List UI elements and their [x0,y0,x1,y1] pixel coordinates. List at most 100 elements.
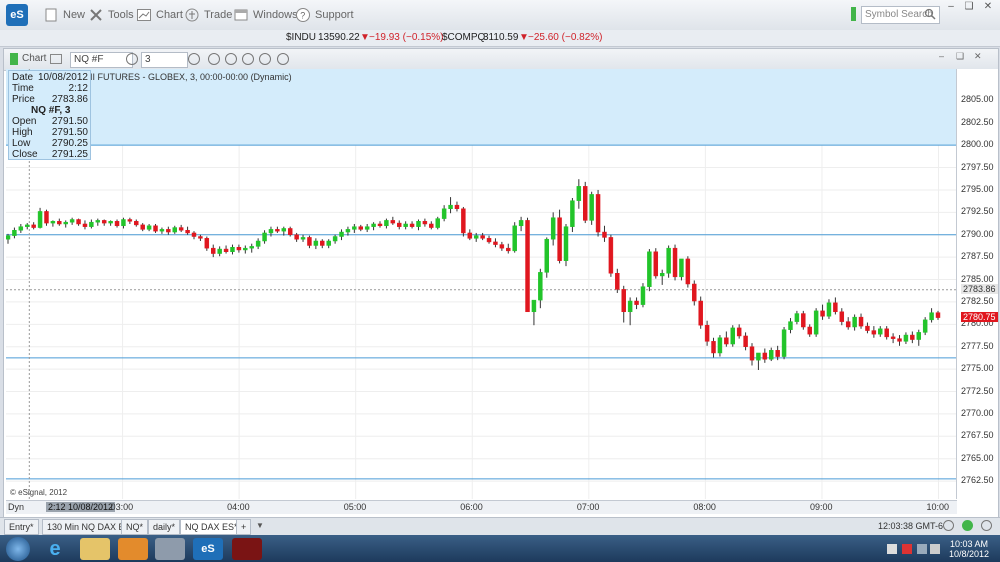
ticker-symbol[interactable]: $INDU [286,32,316,43]
data-row-low: Low 2790.25 [12,138,88,149]
candle [929,312,934,321]
chart-restore-icon[interactable]: ❑ [956,51,964,62]
close-icon[interactable]: ✕ [981,2,995,12]
internet-explorer-icon[interactable]: e [40,538,70,560]
restore-icon[interactable]: ❑ [962,2,976,12]
tray-flag-icon[interactable] [902,544,912,554]
zoom-tool-icon[interactable] [242,53,254,65]
support-label: Support [315,9,354,21]
windows-button[interactable]: Windows [233,6,298,24]
time-tick-label: 09:00 [809,502,833,512]
instrument-description: II FUTURES - GLOBEX, 3, 00:00-00:00 (Dyn… [90,72,292,82]
tab-nq-dax-es[interactable]: NQ DAX ES* [180,519,243,535]
candle [820,310,825,317]
power-icon[interactable] [981,520,992,531]
candle [332,236,338,242]
price-tick-label: 2762.50 [961,475,994,486]
candle [153,225,158,232]
time-tick-label: 06:00 [460,502,483,512]
tools-button[interactable]: Tools [88,6,134,24]
candle [230,247,235,252]
candle [794,313,800,322]
candle [377,223,383,227]
candle [114,221,120,227]
cursor-tool-icon[interactable] [225,53,237,65]
candle [627,300,633,313]
network-icon[interactable] [917,544,927,554]
time-axis[interactable]: Dyn 2:12 10/08/2012 03:00 04:00 05:00 06:00… [6,500,957,514]
tools-label: Tools [108,9,134,21]
price-tick-label: 2770.00 [961,407,994,418]
minimize-icon[interactable]: – [944,2,958,12]
price-tick-label: 2792.50 [961,206,994,217]
tabs-dropdown-icon[interactable]: ▼ [256,521,264,530]
candle [749,346,755,361]
ticker-symbol[interactable]: $COMPQ [442,32,485,43]
time-template-icon[interactable] [188,53,200,65]
file-explorer-icon[interactable] [80,538,110,560]
connection-icon[interactable] [943,520,954,531]
chart-toolbar: Chart NQ #F 3 – ❑ ✕ [4,49,998,71]
price-chart-plot[interactable] [6,69,956,499]
candle [441,208,447,219]
candle [25,224,30,227]
candle [698,300,703,326]
tab-daily[interactable]: daily* [148,519,181,535]
candle [544,238,549,273]
data-key: Open [12,116,37,127]
search-icon[interactable] [924,8,936,20]
add-tab-button[interactable]: + [236,519,252,535]
data-value: 2791.50 [51,127,88,138]
price-tick-label: 2765.00 [961,452,994,463]
remote-desktop-icon[interactable] [155,538,185,560]
link-color-indicator[interactable] [10,53,18,65]
system-clock[interactable]: 10:03 AM 10/8/2012 [944,539,994,559]
draw-pencil-icon[interactable] [208,53,220,65]
price-tick-label: 2777.50 [961,340,994,351]
candle [140,224,145,230]
new-icon [45,8,57,22]
app-taskbar-icon[interactable] [232,538,262,560]
candle [826,302,832,317]
candle [204,238,210,249]
symbol-field[interactable]: NQ #F [70,52,133,68]
volume-icon[interactable] [930,544,940,554]
chart-button[interactable]: Chart [136,6,183,24]
tab-nq[interactable]: NQ* [121,519,149,535]
chart-close-icon[interactable]: ✕ [974,51,982,62]
dyn-label[interactable]: Dyn [8,502,24,512]
candle [788,321,793,330]
trade-button[interactable]: Trade [184,6,232,24]
esignal-taskbar-icon[interactable]: eS [193,538,223,560]
candle [12,230,17,236]
study-tool-icon[interactable] [259,53,271,65]
tray-icon[interactable] [887,544,897,554]
candle [762,352,768,360]
tab-entry[interactable]: Entry* [4,519,39,535]
candle [916,332,921,340]
media-player-icon[interactable] [118,538,148,560]
candle [217,248,222,254]
candle [724,337,729,345]
start-button[interactable] [6,537,30,561]
symbol-lookup-icon[interactable] [126,53,138,65]
link-tool-icon[interactable] [277,53,289,65]
support-button[interactable]: ? Support [295,6,354,24]
chart-minimize-icon[interactable]: – [939,51,944,61]
chart-settings-icon[interactable] [50,54,62,64]
candle [852,316,857,328]
new-button[interactable]: New [43,6,85,24]
esignal-logo[interactable]: eS [6,4,28,26]
data-key: Close [12,149,38,160]
interval-field[interactable]: 3 [141,52,188,68]
price-axis[interactable]: 2805.00 2802.50 2800.00 2797.50 2795.00 2792.… [956,69,998,499]
status-green-icon[interactable] [962,520,973,531]
candle [589,194,594,221]
data-value: 2:12 [68,83,88,94]
candle [416,221,421,227]
data-value: 2791.50 [51,116,88,127]
candle [37,211,43,228]
candle [243,247,248,251]
candle [486,238,492,243]
candle [69,219,75,223]
